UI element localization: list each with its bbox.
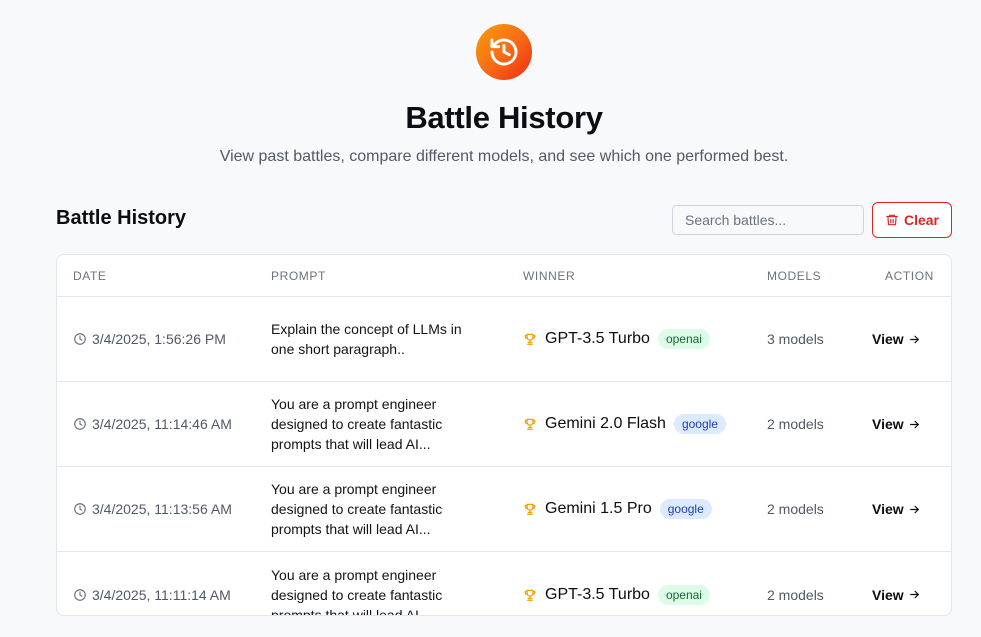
table-row: 3/4/2025, 11:14:46 AM You are a prompt e… bbox=[57, 382, 951, 467]
column-header-action: Action bbox=[885, 269, 934, 283]
clear-button[interactable]: Clear bbox=[872, 202, 952, 238]
prompt-line: one short paragraph.. bbox=[271, 341, 405, 357]
page-subtitle: View past battles, compare different mod… bbox=[219, 148, 789, 165]
column-header-prompt: Prompt bbox=[271, 269, 326, 283]
arrow-right-icon bbox=[908, 503, 921, 516]
view-button[interactable]: View bbox=[872, 297, 921, 381]
models-count: 2 models bbox=[767, 501, 824, 517]
provider-badge: openai bbox=[657, 584, 710, 605]
view-label: View bbox=[872, 331, 904, 347]
trophy-icon bbox=[523, 502, 537, 516]
winner-cell: GPT-3.5 Turbo openai bbox=[523, 552, 710, 615]
date-cell: 3/4/2025, 11:13:56 AM bbox=[73, 467, 232, 551]
clock-icon bbox=[73, 417, 87, 431]
prompt-line: You are a prompt engineer bbox=[271, 396, 437, 412]
winner-name: Gemini 1.5 Pro bbox=[545, 500, 652, 517]
prompt-line: designed to create fantastic bbox=[271, 586, 443, 603]
prompt-cell: You are a prompt engineer designed to cr… bbox=[271, 382, 491, 466]
winner-cell: Gemini 1.5 Pro google bbox=[523, 467, 712, 551]
date-cell: 3/4/2025, 1:56:26 PM bbox=[73, 297, 226, 381]
provider-badge: openai bbox=[657, 329, 710, 349]
provider-badge: google bbox=[659, 499, 712, 519]
view-label: View bbox=[872, 586, 904, 603]
page-title: Battle History bbox=[405, 100, 603, 135]
arrow-right-icon bbox=[908, 418, 921, 431]
table-row: 3/4/2025, 11:11:14 AM You are a prompt e… bbox=[57, 552, 951, 616]
trash-icon bbox=[885, 213, 899, 227]
view-button[interactable]: View bbox=[872, 552, 921, 615]
winner-name: Gemini 2.0 Flash bbox=[545, 415, 666, 432]
winner-cell: GPT-3.5 Turbo openai bbox=[523, 297, 710, 381]
trophy-icon bbox=[523, 588, 537, 602]
models-count: 2 models bbox=[767, 586, 824, 603]
winner-name: GPT-3.5 Turbo bbox=[545, 330, 650, 347]
prompt-line: Explain the concept of LLMs in bbox=[271, 321, 462, 337]
clock-icon bbox=[73, 588, 87, 602]
view-button[interactable]: View bbox=[872, 467, 921, 551]
provider-badge: google bbox=[673, 414, 726, 434]
table-row: 3/4/2025, 1:56:26 PM Explain the concept… bbox=[57, 297, 951, 382]
prompt-text: Explain the concept of LLMs in one short… bbox=[271, 319, 462, 359]
winner-cell: Gemini 2.0 Flash google bbox=[523, 382, 726, 466]
prompt-text: You are a prompt engineer designed to cr… bbox=[271, 565, 443, 616]
date-text: 3/4/2025, 11:14:46 AM bbox=[92, 416, 232, 432]
prompt-cell: Explain the concept of LLMs in one short… bbox=[271, 297, 491, 381]
battle-table: Date Prompt Winner Models Action 3/4/202… bbox=[56, 254, 952, 616]
trophy-icon bbox=[523, 332, 537, 346]
history-icon bbox=[476, 24, 532, 80]
trophy-icon bbox=[523, 417, 537, 431]
models-count: 3 models bbox=[767, 331, 824, 347]
date-text: 3/4/2025, 11:11:14 AM bbox=[92, 586, 231, 603]
prompt-line: You are a prompt engineer bbox=[271, 566, 437, 583]
prompt-line: designed to create fantastic bbox=[271, 501, 443, 517]
date-text: 3/4/2025, 1:56:26 PM bbox=[92, 331, 226, 347]
clock-icon bbox=[73, 502, 87, 516]
column-header-winner: Winner bbox=[523, 269, 576, 283]
date-text: 3/4/2025, 11:13:56 AM bbox=[92, 501, 232, 517]
arrow-right-icon bbox=[908, 333, 921, 346]
prompt-line: prompts that will lead AI... bbox=[271, 436, 431, 452]
view-button[interactable]: View bbox=[872, 382, 921, 466]
search-input[interactable] bbox=[672, 205, 864, 235]
clock-icon bbox=[73, 332, 87, 346]
prompt-line: You are a prompt engineer bbox=[271, 481, 437, 497]
table-header: Date Prompt Winner Models Action bbox=[57, 255, 951, 297]
column-header-models: Models bbox=[767, 269, 822, 283]
date-cell: 3/4/2025, 11:14:46 AM bbox=[73, 382, 232, 466]
prompt-text: You are a prompt engineer designed to cr… bbox=[271, 394, 442, 454]
prompt-line: prompts that will lead AI... bbox=[271, 606, 431, 616]
table-row: 3/4/2025, 11:13:56 AM You are a prompt e… bbox=[57, 467, 951, 552]
view-label: View bbox=[872, 501, 904, 517]
winner-name: GPT-3.5 Turbo bbox=[545, 585, 650, 603]
models-count: 2 models bbox=[767, 416, 824, 432]
prompt-cell: You are a prompt engineer designed to cr… bbox=[271, 467, 491, 551]
arrow-right-icon bbox=[908, 588, 921, 601]
prompt-line: prompts that will lead AI... bbox=[271, 521, 431, 537]
prompt-line: designed to create fantastic bbox=[271, 416, 443, 432]
prompt-cell: You are a prompt engineer designed to cr… bbox=[271, 552, 491, 616]
column-header-date: Date bbox=[73, 269, 107, 283]
section-title: Battle History bbox=[56, 207, 187, 229]
date-cell: 3/4/2025, 11:11:14 AM bbox=[73, 552, 231, 615]
prompt-text: You are a prompt engineer designed to cr… bbox=[271, 479, 442, 539]
clear-button-label: Clear bbox=[903, 212, 940, 228]
view-label: View bbox=[872, 416, 904, 432]
